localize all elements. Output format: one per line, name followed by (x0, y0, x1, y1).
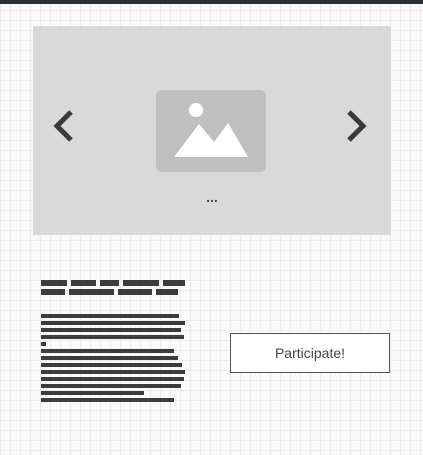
heading-line (41, 289, 191, 295)
top-bar (0, 0, 423, 4)
text-line (41, 335, 184, 339)
text-line (41, 398, 174, 402)
participate-button[interactable]: Participate! (230, 333, 390, 373)
body-text-placeholder (41, 314, 191, 405)
text-line (41, 349, 174, 353)
text-line (41, 356, 178, 360)
text-line (41, 321, 185, 325)
chevron-right-icon (347, 110, 367, 142)
carousel-prev-button[interactable] (45, 106, 85, 146)
image-carousel: ... (33, 26, 391, 235)
heading-line (41, 280, 191, 286)
carousel-pager[interactable]: ... (33, 190, 391, 204)
text-line (41, 314, 179, 318)
text-line (41, 391, 144, 395)
carousel-next-button[interactable] (335, 106, 375, 146)
image-placeholder-icon (174, 103, 248, 157)
text-line (41, 342, 46, 346)
text-line (41, 328, 181, 332)
text-line (41, 370, 185, 374)
text-line (41, 384, 181, 388)
text-line (41, 363, 182, 367)
chevron-left-icon (53, 110, 73, 142)
text-line (41, 377, 184, 381)
image-placeholder (156, 90, 266, 172)
heading-placeholder (41, 280, 191, 298)
